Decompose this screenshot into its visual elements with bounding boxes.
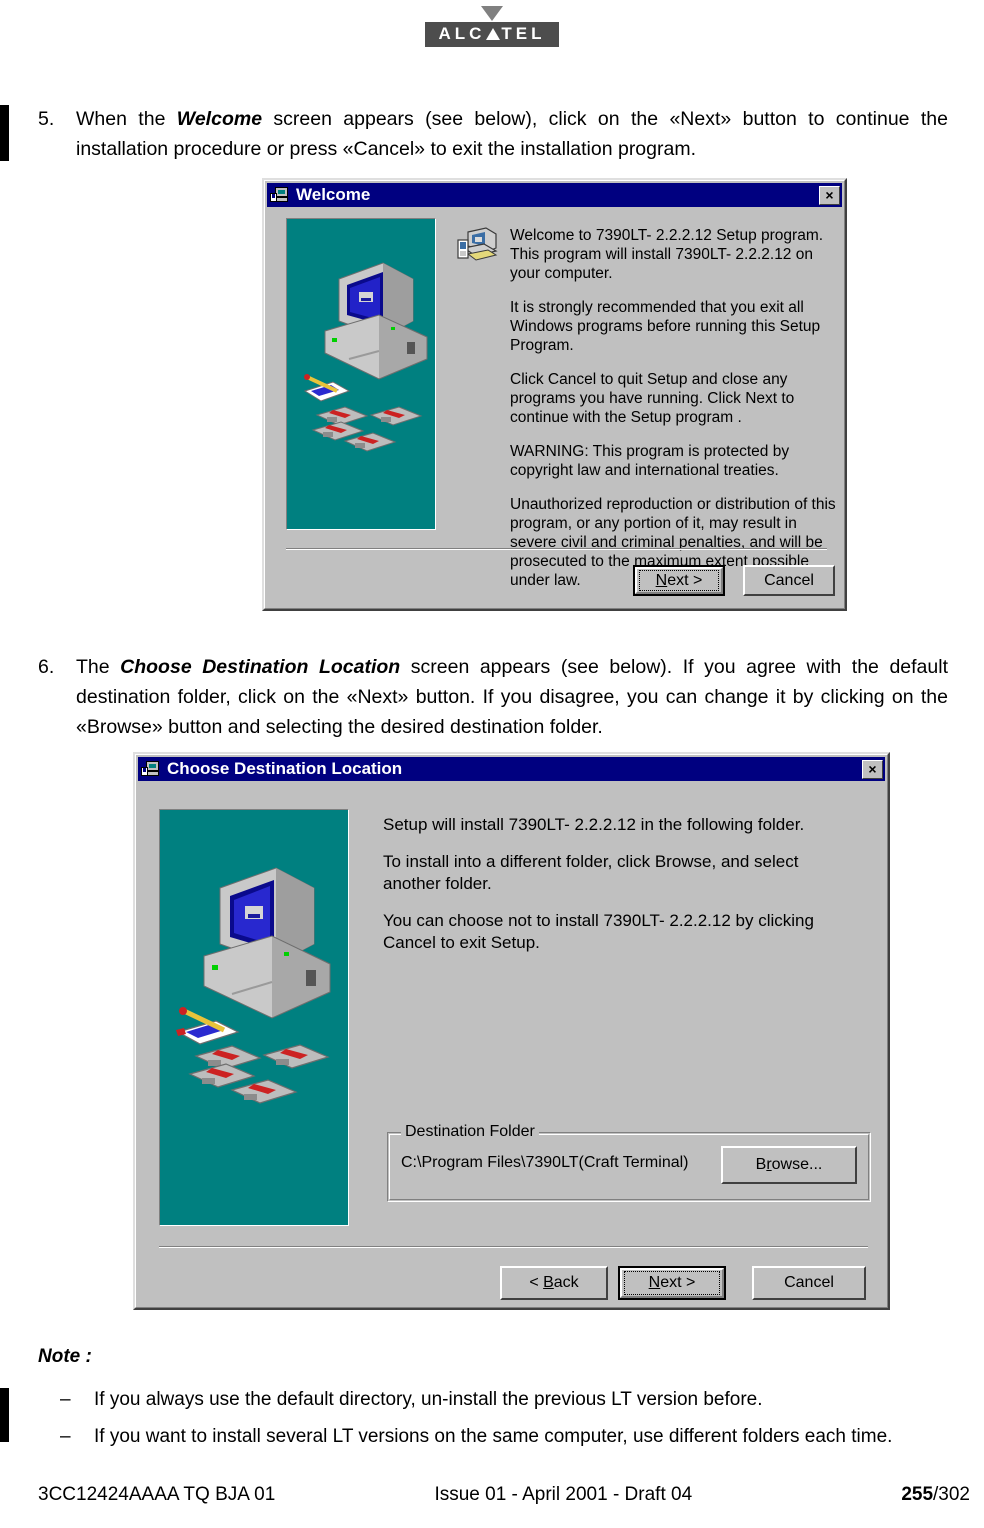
footer-page-current: 255 bbox=[901, 1484, 934, 1505]
note-dash-1: – bbox=[60, 1426, 71, 1447]
welcome-setup-icon bbox=[456, 224, 500, 268]
step-5-seg-1: Welcome bbox=[176, 108, 263, 130]
note-item-1: – If you want to install several LT vers… bbox=[60, 1423, 980, 1450]
computer-disk-icon bbox=[457, 227, 498, 261]
logo-a-triangle-icon bbox=[486, 28, 501, 40]
back-button[interactable]: < Back bbox=[500, 1266, 608, 1300]
footer-page-total: /302 bbox=[933, 1484, 970, 1505]
footer-page-number: 255/302 bbox=[901, 1484, 970, 1506]
setup-computer-icon bbox=[141, 760, 161, 778]
setup-artwork-icon bbox=[176, 867, 331, 1104]
welcome-paragraph-3: WARNING: This program is protected by co… bbox=[510, 443, 790, 479]
close-icon[interactable]: × bbox=[862, 759, 883, 779]
logo-wordmark: ALC TEL bbox=[425, 22, 559, 47]
note-text-0: If you always use the default directory,… bbox=[94, 1389, 763, 1410]
welcome-illustration bbox=[286, 218, 436, 530]
footer-issue-info: Issue 01 - April 2001 - Draft 04 bbox=[434, 1484, 693, 1505]
destination-cancel-button[interactable]: Cancel bbox=[752, 1266, 866, 1300]
destination-cancel-label: Cancel bbox=[784, 1274, 834, 1291]
change-bar-bottom bbox=[0, 1388, 9, 1442]
back-label: < Back bbox=[529, 1274, 579, 1291]
step-5-seg-0: When the bbox=[76, 108, 177, 130]
destination-illustration bbox=[159, 809, 349, 1226]
logo-text-after: TEL bbox=[501, 24, 546, 43]
note-item-0: – If you always use the default director… bbox=[60, 1386, 980, 1413]
welcome-paragraph-1: It is strongly recommended that you exit… bbox=[510, 299, 821, 354]
step-6-text: The Choose Destination Location screen a… bbox=[76, 652, 948, 742]
browse-button[interactable]: Browse... bbox=[721, 1146, 857, 1184]
note-label: Note : bbox=[38, 1346, 92, 1367]
step-6-number: 6. bbox=[38, 656, 55, 678]
welcome-cancel-button[interactable]: Cancel bbox=[743, 565, 835, 596]
choose-destination-dialog[interactable]: Choose Destination Location × Setup will… bbox=[133, 752, 890, 1310]
destination-folder-group-label: Destination Folder bbox=[401, 1123, 539, 1141]
destination-next-button[interactable]: Next > bbox=[618, 1266, 726, 1300]
logo-text-before: ALC bbox=[438, 24, 486, 43]
welcome-cancel-label: Cancel bbox=[764, 571, 814, 589]
welcome-titlebar[interactable]: Welcome × bbox=[267, 183, 842, 207]
destination-body-text: Setup will install 7390LT- 2.2.2.12 in t… bbox=[383, 814, 843, 954]
setup-computer-icon bbox=[270, 186, 290, 204]
welcome-paragraph-0: Welcome to 7390LT- 2.2.2.12 Setup progra… bbox=[510, 227, 824, 282]
setup-artwork-icon bbox=[303, 262, 428, 452]
destination-paragraph-0: Setup will install 7390LT- 2.2.2.12 in t… bbox=[383, 815, 805, 834]
alcatel-logo: ALC TEL bbox=[0, 6, 984, 47]
destination-title: Choose Destination Location bbox=[167, 759, 403, 778]
step-6-seg-0: The bbox=[76, 656, 121, 678]
welcome-paragraph-2: Click Cancel to quit Setup and close any… bbox=[510, 371, 795, 426]
step-5-number: 5. bbox=[38, 108, 55, 130]
welcome-title: Welcome bbox=[296, 185, 371, 204]
note-text-1: If you want to install several LT versio… bbox=[94, 1426, 893, 1447]
destination-next-label: Next > bbox=[648, 1274, 696, 1291]
step-6-seg-1: Choose Destination Location bbox=[120, 656, 401, 678]
welcome-separator bbox=[286, 548, 827, 550]
destination-paragraph-1: To install into a different folder, clic… bbox=[383, 852, 799, 893]
welcome-dialog[interactable]: Welcome × Welcome to 7390LT- 2.2.2.12 Se… bbox=[262, 178, 847, 611]
browse-label: Browse... bbox=[755, 1156, 823, 1173]
destination-paragraph-2: You can choose not to install 7390LT- 2.… bbox=[383, 911, 814, 952]
logo-triangle-icon bbox=[481, 6, 503, 21]
step-6: 6. The Choose Destination Location scree… bbox=[0, 652, 948, 742]
destination-folder-path: C:\Program Files\7390LT(Craft Terminal) bbox=[401, 1154, 689, 1171]
destination-separator bbox=[159, 1246, 868, 1248]
footer-document-code: 3CC12424AAAA TQ BJA 01 bbox=[38, 1484, 276, 1505]
note-dash-0: – bbox=[60, 1389, 71, 1410]
destination-titlebar[interactable]: Choose Destination Location × bbox=[138, 757, 885, 781]
welcome-next-button[interactable]: Next > bbox=[633, 565, 725, 596]
close-icon[interactable]: × bbox=[819, 185, 840, 205]
page-footer: 3CC12424AAAA TQ BJA 01 Issue 01 - April … bbox=[38, 1484, 970, 1506]
welcome-body-text: Welcome to 7390LT- 2.2.2.12 Setup progra… bbox=[510, 226, 840, 590]
welcome-next-label: Next > bbox=[655, 571, 703, 589]
step-5-text: When the Welcome screen appears (see bel… bbox=[76, 104, 948, 164]
step-5: 5. When the Welcome screen appears (see … bbox=[0, 104, 948, 164]
